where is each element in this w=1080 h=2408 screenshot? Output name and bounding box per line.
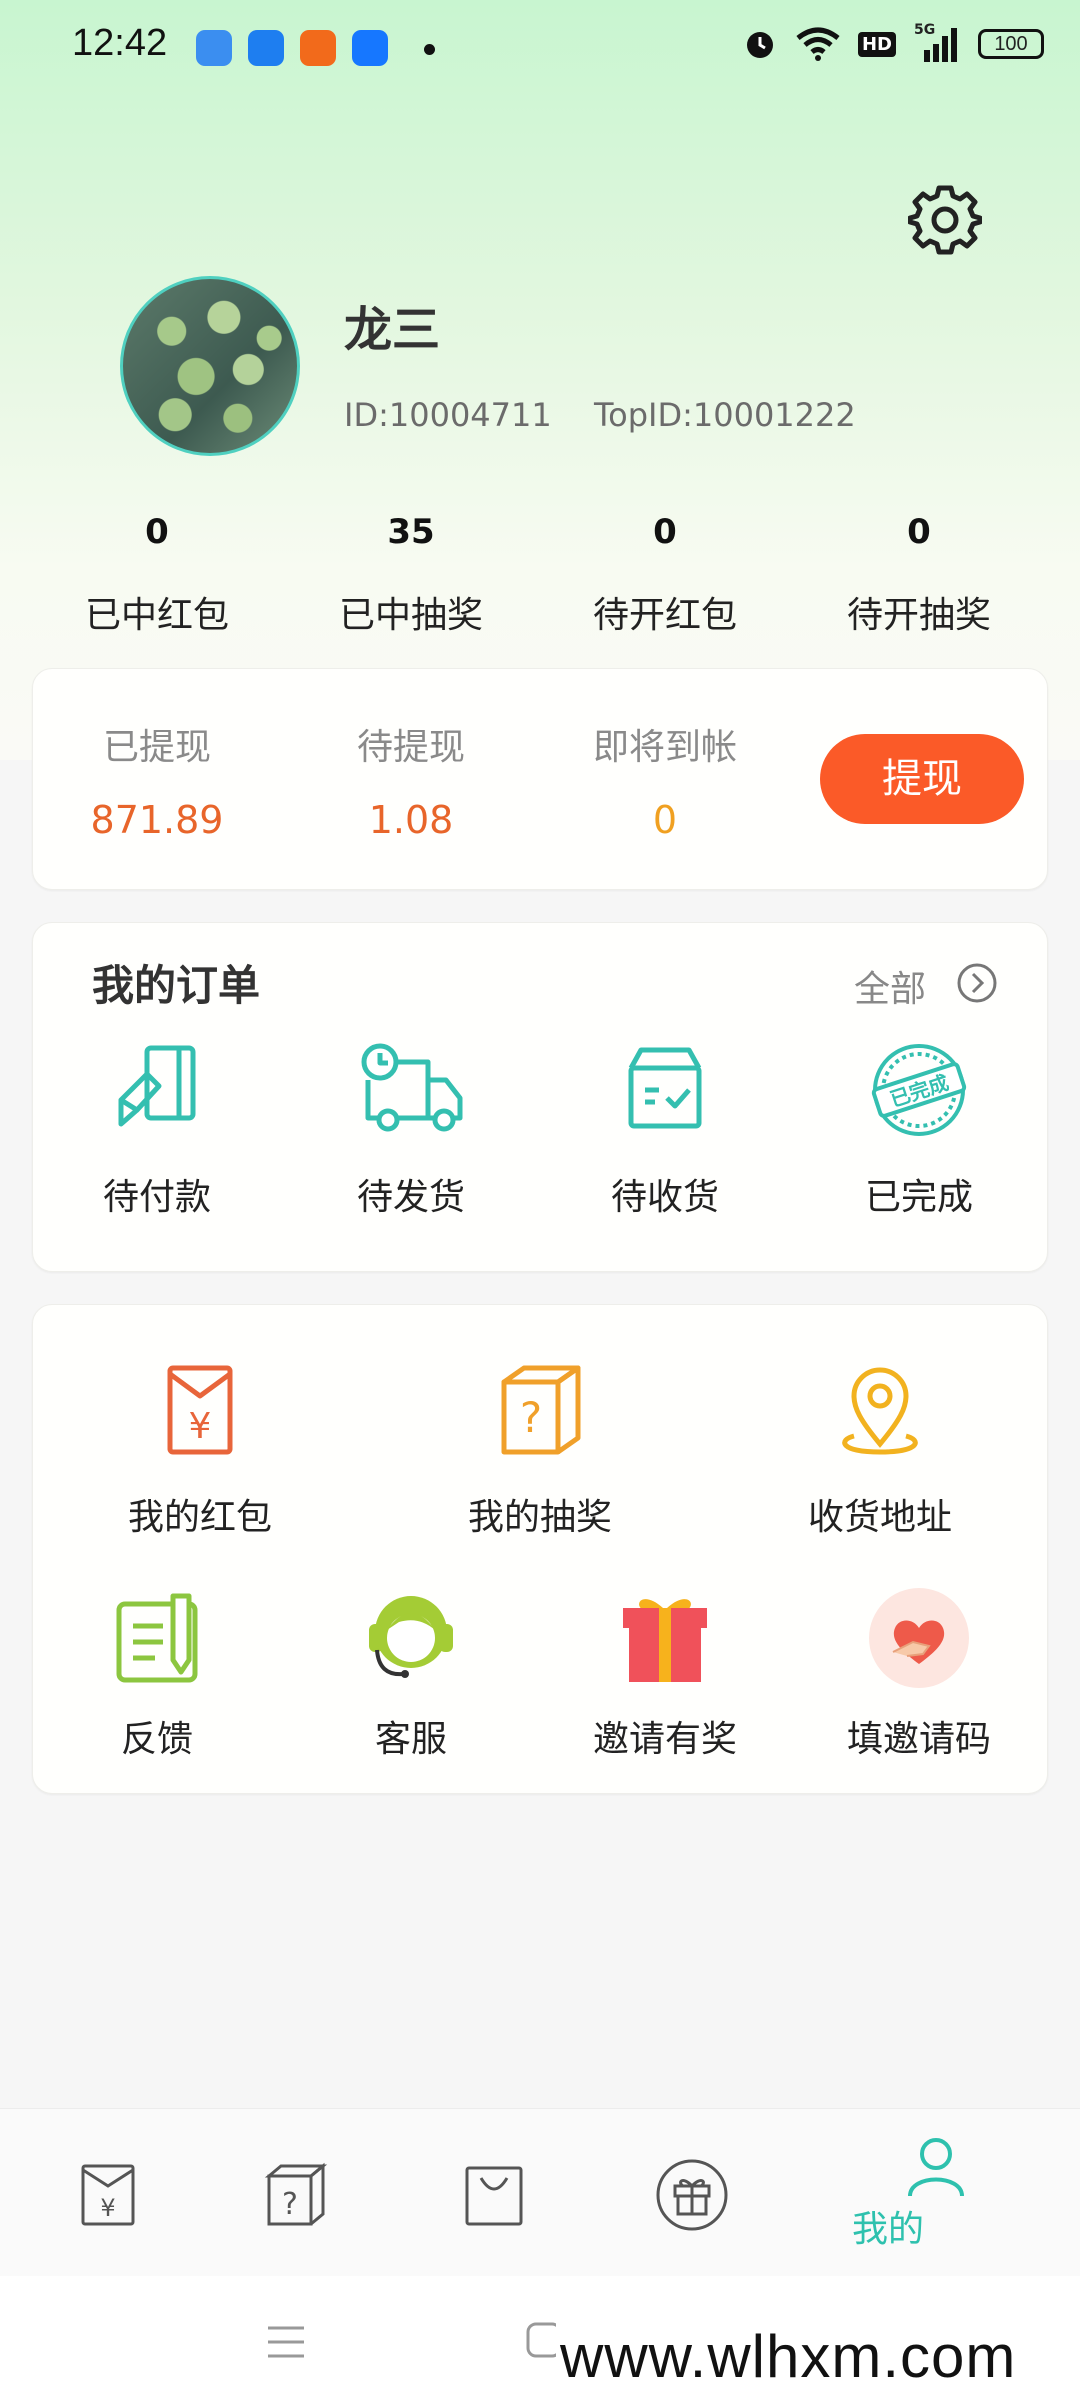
chevron-right-circle-icon[interactable]	[956, 962, 998, 1004]
order-label: 已完成	[864, 1177, 973, 1218]
customer-service-icon	[369, 1596, 453, 1678]
gift-icon	[623, 1599, 707, 1682]
mystery-box-icon: ?	[501, 1365, 581, 1455]
location-pin-icon	[842, 1367, 918, 1455]
withdrawn-amount: 已提现 871.89	[30, 718, 284, 842]
yuan-symbol: ¥	[189, 1406, 212, 1447]
status-icons: HD 5G 100	[742, 22, 1044, 62]
tool-label: 我的红包	[127, 1497, 272, 1538]
tool-label: 反馈	[120, 1719, 193, 1760]
stat-label: 待开抽奖	[846, 595, 991, 636]
stat-label: 已中红包	[84, 595, 229, 636]
stat-value: 0	[653, 512, 677, 552]
more-notifications-dot	[424, 44, 435, 55]
shop-bag-tab-icon	[465, 2166, 523, 2226]
my-lottery[interactable]: ? 我的抽奖	[360, 1360, 720, 1540]
settings-gear-icon[interactable]	[908, 182, 982, 256]
stat-value: 0	[907, 512, 931, 552]
order-pending-payment[interactable]: 待付款	[30, 1040, 284, 1220]
stat-won-red-packets[interactable]: 0 已中红包	[30, 512, 284, 638]
order-label: 待发货	[356, 1177, 465, 1218]
order-pending-receipt[interactable]: 待收货	[538, 1040, 792, 1220]
gift-tab-icon	[656, 2159, 728, 2231]
taobao-app-icon	[300, 30, 336, 66]
my-red-packets[interactable]: ¥ 我的红包	[20, 1360, 380, 1540]
question-symbol: ?	[520, 1393, 542, 1442]
app-notification-icon	[196, 30, 232, 66]
customer-service[interactable]: 客服	[284, 1586, 538, 1762]
withdrawn-title: 已提现	[102, 727, 211, 768]
alarm-icon	[746, 32, 773, 58]
battery-icon: 100	[978, 29, 1044, 59]
recent-apps-icon[interactable]	[266, 2324, 306, 2360]
tool-label: 填邀请码	[846, 1719, 991, 1760]
watermark-text: www.wlhxm.com	[560, 2323, 1017, 2390]
red-envelope-tab-icon: ¥	[81, 2164, 135, 2226]
arriving-amount: 即将到帐 0	[538, 718, 792, 842]
order-label: 待付款	[102, 1177, 211, 1218]
completed-stamp-icon: 已完成	[871, 1044, 967, 1136]
shipping-address[interactable]: 收货地址	[700, 1360, 1060, 1540]
pending-withdraw-value: 1.08	[368, 798, 454, 842]
tool-label: 客服	[374, 1719, 447, 1760]
invite-rewards[interactable]: 邀请有奖	[538, 1586, 792, 1762]
orders-view-all[interactable]: 全部	[854, 960, 926, 1012]
order-pending-shipment[interactable]: 待发货	[284, 1040, 538, 1220]
hd-badge: HD	[857, 31, 896, 57]
stat-pending-red-packets[interactable]: 0 待开红包	[538, 512, 792, 638]
signal-icon: 5G	[914, 22, 960, 62]
order-completed[interactable]: 已完成 已完成	[792, 1040, 1046, 1220]
mystery-box-tab-icon: ?	[264, 2162, 328, 2226]
feedback[interactable]: 反馈	[30, 1586, 284, 1762]
tool-label: 我的抽奖	[467, 1497, 612, 1538]
heart-hand-icon	[869, 1588, 969, 1688]
stat-label: 已中抽奖	[338, 595, 483, 636]
pending-withdraw-title: 待提现	[356, 727, 465, 768]
pending-withdraw-amount: 待提现 1.08	[284, 718, 538, 842]
tool-label: 收货地址	[807, 1497, 952, 1538]
message-app-icon	[248, 30, 284, 66]
wifi-icon	[796, 27, 840, 61]
tool-label: 邀请有奖	[592, 1719, 737, 1760]
svg-text:¥: ¥	[100, 2194, 115, 2222]
red-envelope-icon: ¥	[167, 1365, 233, 1455]
delivery-truck-icon	[361, 1043, 463, 1132]
svg-text:?: ?	[282, 2187, 298, 2222]
tab-me[interactable]: 我的	[828, 2134, 1044, 2252]
user-id: ID:10004711	[344, 396, 552, 434]
tab-shop[interactable]	[386, 2150, 602, 2228]
feedback-icon	[116, 1593, 198, 1683]
withdrawn-value: 871.89	[90, 798, 224, 842]
alipay-app-icon	[352, 30, 388, 66]
withdraw-button[interactable]: 提现	[820, 734, 1024, 824]
user-name: 龙三	[344, 302, 441, 358]
orders-title: 我的订单	[92, 961, 261, 1010]
stat-label: 待开红包	[592, 595, 737, 636]
avatar[interactable]	[120, 276, 300, 456]
stat-value: 0	[145, 512, 169, 552]
tab-red-packets[interactable]: ¥	[0, 2150, 216, 2228]
tab-me-label: 我的	[851, 2209, 924, 2250]
stat-value: 35	[387, 512, 435, 552]
package-box-icon	[628, 1047, 702, 1129]
stat-won-lottery[interactable]: 35 已中抽奖	[284, 512, 538, 638]
top-id: TopID:10001222	[594, 396, 856, 434]
profile-tab-icon	[908, 2138, 964, 2197]
arriving-value: 0	[652, 798, 678, 842]
order-label: 待收货	[610, 1177, 719, 1218]
tab-lottery[interactable]: ?	[188, 2150, 404, 2228]
stat-pending-lottery[interactable]: 0 待开抽奖	[792, 512, 1046, 638]
arriving-title: 即将到帐	[592, 727, 737, 768]
enter-invite-code[interactable]: 填邀请码	[792, 1586, 1046, 1762]
status-time: 12:42	[72, 22, 168, 64]
card-payment-icon	[118, 1045, 196, 1127]
